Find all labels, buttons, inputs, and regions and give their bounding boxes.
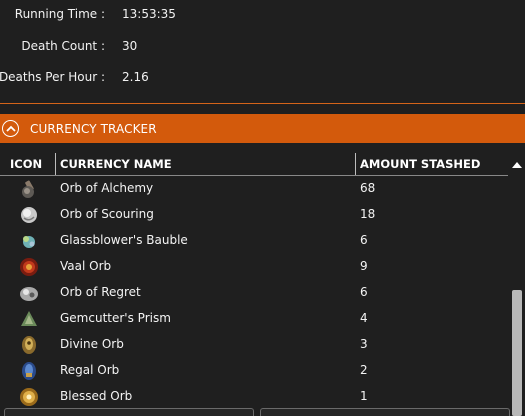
column-header-amount-stashed[interactable]: AMOUNT STASHED [356, 153, 480, 175]
footer-button-left[interactable] [4, 408, 254, 416]
table-row[interactable]: Orb of Regret 6 [0, 280, 508, 306]
currency-name: Orb of Scouring [60, 207, 154, 221]
scroll-up-arrow-icon [512, 161, 522, 168]
currency-name: Blessed Orb [60, 389, 133, 403]
currency-name: Gemcutter's Prism [60, 311, 171, 325]
blessed-orb-icon [18, 386, 40, 408]
table-row[interactable]: Divine Orb 3 [0, 332, 508, 358]
run-stats: Running Time : 13:53:35 Death Count : 30… [0, 0, 525, 103]
table-row[interactable]: Regal Orb 2 [0, 358, 508, 384]
currency-tracker-header[interactable]: CURRENCY TRACKER [0, 114, 525, 143]
regal-orb-icon [18, 360, 40, 382]
death-count-value: 30 [122, 39, 138, 53]
footer-button-right[interactable] [260, 408, 510, 416]
table-body: Orb of Alchemy 68 Orb of Scouring 18 Gla… [0, 176, 508, 416]
scroll-up-button[interactable] [509, 153, 525, 175]
currency-name: Orb of Alchemy [60, 181, 154, 195]
amount-stashed: 2 [360, 363, 368, 377]
amount-stashed: 4 [360, 311, 368, 325]
currency-table: ICON CURRENCY NAME AMOUNT STASHED Orb of… [0, 153, 525, 416]
table-row[interactable]: Orb of Alchemy 68 [0, 176, 508, 202]
death-count-label: Death Count : [21, 39, 105, 53]
currency-name: Divine Orb [60, 337, 124, 351]
vaal-orb-icon [18, 256, 40, 278]
currency-tracker-title: CURRENCY TRACKER [30, 121, 157, 136]
orb-of-regret-icon [18, 282, 40, 304]
scrollbar-thumb[interactable] [512, 290, 522, 416]
amount-stashed: 68 [360, 181, 376, 195]
running-time-row: Running Time : 13:53:35 [0, 7, 525, 27]
table-row[interactable]: Vaal Orb 9 [0, 254, 508, 280]
table-row[interactable]: Orb of Scouring 18 [0, 202, 508, 228]
amount-stashed: 3 [360, 337, 368, 351]
running-time-value: 13:53:35 [122, 7, 176, 21]
table-row[interactable]: Glassblower's Bauble 6 [0, 228, 508, 254]
table-row[interactable]: Blessed Orb 1 [0, 384, 508, 410]
currency-name: Orb of Regret [60, 285, 141, 299]
currency-name: Regal Orb [60, 363, 120, 377]
table-row[interactable]: Gemcutter's Prism 4 [0, 306, 508, 332]
currency-name: Glassblower's Bauble [60, 233, 188, 247]
deaths-per-hour-row: Deaths Per Hour : 2.16 [0, 70, 525, 90]
gemcutters-prism-icon [18, 308, 40, 330]
amount-stashed: 6 [360, 285, 368, 299]
vertical-scrollbar[interactable] [509, 175, 525, 416]
amount-stashed: 1 [360, 389, 368, 403]
amount-stashed: 6 [360, 233, 368, 247]
amount-stashed: 9 [360, 259, 368, 273]
orb-of-alchemy-icon [18, 178, 40, 200]
orb-of-scouring-icon [18, 204, 40, 226]
deaths-per-hour-value: 2.16 [122, 70, 149, 84]
currency-name: Vaal Orb [60, 259, 112, 273]
table-header: ICON CURRENCY NAME AMOUNT STASHED [0, 153, 508, 175]
section-divider [0, 103, 525, 104]
chevron-up-icon[interactable] [2, 120, 19, 137]
column-header-icon[interactable]: ICON [6, 153, 42, 175]
column-header-currency-name[interactable]: CURRENCY NAME [56, 153, 172, 175]
deaths-per-hour-label: Deaths Per Hour : [0, 70, 105, 84]
amount-stashed: 18 [360, 207, 376, 221]
glassblowers-bauble-icon [18, 230, 40, 252]
divine-orb-icon [18, 334, 40, 356]
running-time-label: Running Time : [14, 7, 105, 21]
death-count-row: Death Count : 30 [0, 39, 525, 59]
